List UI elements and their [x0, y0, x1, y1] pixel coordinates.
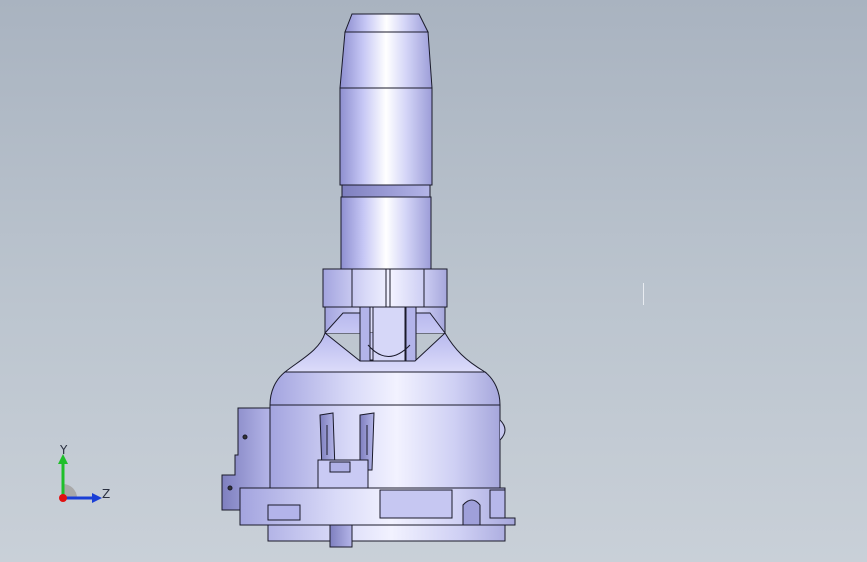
- hex-nut: [322, 268, 448, 308]
- graphics-viewport[interactable]: Y Z: [0, 0, 867, 562]
- z-axis-label: Z: [102, 487, 111, 501]
- housing-body: [269, 371, 501, 489]
- shaft-groove: [341, 184, 431, 198]
- 3d-part-model[interactable]: [0, 0, 867, 562]
- shaft-middle: [339, 87, 433, 186]
- shaft-upper: [339, 31, 433, 89]
- shaft-tip: [344, 13, 429, 33]
- base-pin: [329, 524, 353, 548]
- coordinate-triad: Y Z: [48, 440, 128, 512]
- y-axis-label: Y: [60, 443, 68, 457]
- text-cursor-mark: [643, 283, 644, 305]
- shaft-lower: [340, 196, 432, 270]
